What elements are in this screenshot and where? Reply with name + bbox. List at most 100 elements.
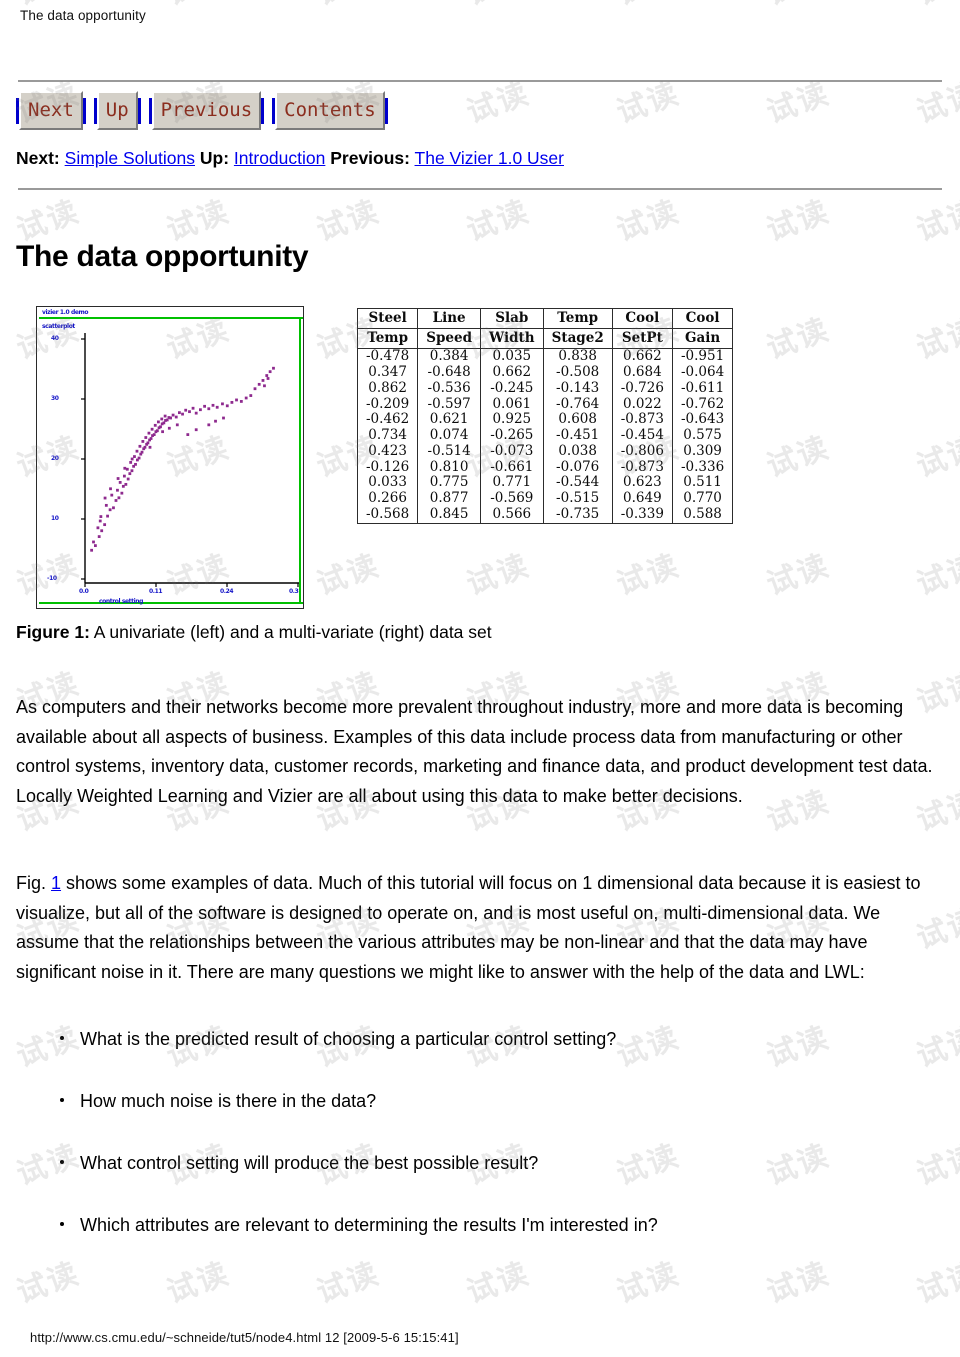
- watermark-text: 试读: [912, 311, 960, 367]
- table-cell: -0.339: [611, 506, 673, 524]
- table-cell: 0.649: [611, 490, 673, 508]
- nav-button-previous-label: Previous: [151, 91, 262, 130]
- col-header-line-speed-line2: Speed: [417, 328, 482, 350]
- watermark-text: 试读: [762, 429, 835, 485]
- table-cell: -0.336: [671, 459, 734, 476]
- col-header-slab-width-line2: Width: [480, 328, 544, 350]
- watermark-text: 试读: [762, 75, 835, 131]
- paragraph2-rest: shows some examples of data. Much of thi…: [16, 873, 921, 982]
- table-cell: 0.623: [611, 475, 673, 492]
- watermark-text: 试读: [762, 547, 835, 603]
- bullet-icon: [60, 1222, 64, 1226]
- col-header-line-speed-line1: Line: [417, 307, 482, 330]
- table-cell: 0.770: [671, 490, 734, 508]
- nav-previous-link[interactable]: The Vizier 1.0 User: [415, 148, 564, 168]
- nav-up-label: Up:: [199, 148, 230, 168]
- bullet-icon: [60, 1160, 64, 1164]
- list-item: What control setting will produce the be…: [16, 1150, 940, 1176]
- list-item: How much noise is there in the data?: [16, 1088, 940, 1114]
- scatter-points: [90, 366, 275, 552]
- plot-xtick-3: 0.3: [289, 588, 299, 595]
- table-row: 0.862 -0.536 -0.245 -0.143 -0.726 -0.611: [356, 380, 734, 397]
- plot-ytick-1: 30: [51, 395, 59, 402]
- nav-button-previous[interactable]: Previous: [148, 91, 265, 130]
- table-cell: -0.873: [611, 412, 673, 429]
- table-row: 0.734 0.074 -0.265 -0.451 -0.454 0.575: [356, 427, 734, 444]
- horizontal-rule-top: [18, 80, 942, 82]
- table-cell: -0.568: [356, 506, 419, 524]
- plot-x-axis-label: control setting: [99, 598, 144, 605]
- watermark-text: 试读: [309, 0, 384, 14]
- plot-ytick-3: 10: [51, 515, 59, 522]
- list-item-label: How much noise is there in the data?: [80, 1091, 377, 1111]
- table-cell: 0.022: [611, 396, 673, 413]
- list-item: Which attributes are relevant to determi…: [16, 1212, 940, 1238]
- table-cell: -0.462: [356, 412, 419, 429]
- table-cell: 0.608: [542, 412, 613, 429]
- list-item-label: Which attributes are relevant to determi…: [80, 1215, 658, 1235]
- plot-xtick-1: 0.11: [149, 588, 163, 595]
- nav-button-up[interactable]: Up: [93, 91, 141, 130]
- col-header-steel-temp-line1: Steel: [356, 307, 419, 330]
- figure-caption: Figure 1: A univariate (left) and a mult…: [16, 622, 492, 643]
- table-cell: -0.451: [542, 427, 613, 444]
- plot-ytick-4: -10: [47, 575, 57, 582]
- nav-button-next-label: Next: [19, 91, 83, 130]
- watermark-text: 试读: [912, 193, 960, 249]
- watermark-text: 试读: [612, 75, 685, 131]
- table-row: -0.209 -0.597 0.061 -0.764 0.022 -0.762: [356, 396, 734, 413]
- table-row: -0.462 0.621 0.925 0.608 -0.873 -0.643: [356, 412, 734, 429]
- nav-button-contents[interactable]: Contents: [272, 91, 388, 130]
- nav-button-contents-label: Contents: [275, 91, 385, 130]
- table-cell: -0.454: [611, 427, 673, 444]
- table-cell: -0.873: [611, 459, 673, 476]
- table-cell: 0.309: [671, 443, 734, 460]
- bullet-icon: [60, 1098, 64, 1102]
- col-header-slab-width-line1: Slab: [480, 307, 544, 330]
- table-cell: -0.478: [356, 348, 419, 365]
- table-row: 0.423 -0.514 -0.073 0.038 -0.806 0.309: [356, 443, 734, 460]
- col-header-temp-stage2-line1: Temp: [542, 307, 613, 330]
- plot-xtick-2: 0.24: [220, 588, 234, 595]
- nav-next-link[interactable]: Simple Solutions: [65, 148, 195, 168]
- plot-ytick-0: 40: [51, 335, 59, 342]
- watermark-text: 试读: [759, 0, 834, 14]
- watermark-text: 试读: [462, 75, 535, 131]
- paragraph2-prefix: Fig.: [16, 873, 52, 893]
- table-row: 0.033 0.775 0.771 -0.544 0.623 0.511: [356, 475, 734, 492]
- table-cell: -0.951: [671, 348, 734, 365]
- table-cell: 0.845: [417, 506, 482, 524]
- plot-xtick-0: 0.0: [79, 588, 89, 595]
- watermark-text: 试读: [762, 193, 835, 249]
- table-cell: 0.061: [480, 396, 544, 413]
- horizontal-rule-bottom: [18, 188, 942, 190]
- table-cell: 0.423: [356, 443, 419, 460]
- nav-up-link[interactable]: Introduction: [234, 148, 325, 168]
- nav-button-next[interactable]: Next: [16, 91, 86, 130]
- watermark-text: 试读: [612, 547, 685, 603]
- multivariate-data-table: Steel Line Slab Temp Cool Cool Temp Spee…: [356, 307, 734, 524]
- table-cell: 0.771: [480, 475, 544, 492]
- table-cell: -0.514: [417, 443, 482, 460]
- watermark-text: 试读: [912, 429, 960, 485]
- col-header-cool-setpt-line2: SetPt: [611, 328, 673, 350]
- body-paragraph-2: Fig. 1 shows some examples of data. Much…: [16, 869, 940, 987]
- table-row: -0.126 0.810 -0.661 -0.076 -0.873 -0.336: [356, 459, 734, 476]
- table-header-row-1: Steel Line Slab Temp Cool Cool: [356, 307, 734, 330]
- table-cell: 0.347: [356, 364, 419, 381]
- table-cell: -0.643: [671, 412, 734, 429]
- body-paragraph-1: As computers and their networks become m…: [16, 697, 933, 806]
- table-cell: 0.684: [611, 364, 673, 381]
- table-cell: -0.648: [417, 364, 482, 381]
- nav-previous-label: Previous:: [330, 148, 410, 168]
- table-cell: 0.734: [356, 427, 419, 444]
- list-item-label: What control setting will produce the be…: [80, 1153, 539, 1173]
- list-item-label: What is the predicted result of choosing…: [80, 1029, 617, 1049]
- table-cell: 0.621: [417, 412, 482, 429]
- table-cell: -0.265: [480, 427, 544, 444]
- table-cell: -0.143: [542, 380, 613, 397]
- watermark-text: 试读: [762, 311, 835, 367]
- table-cell: -0.073: [480, 443, 544, 460]
- figure-reference-link[interactable]: 1: [51, 873, 61, 893]
- table-cell: -0.611: [671, 380, 734, 397]
